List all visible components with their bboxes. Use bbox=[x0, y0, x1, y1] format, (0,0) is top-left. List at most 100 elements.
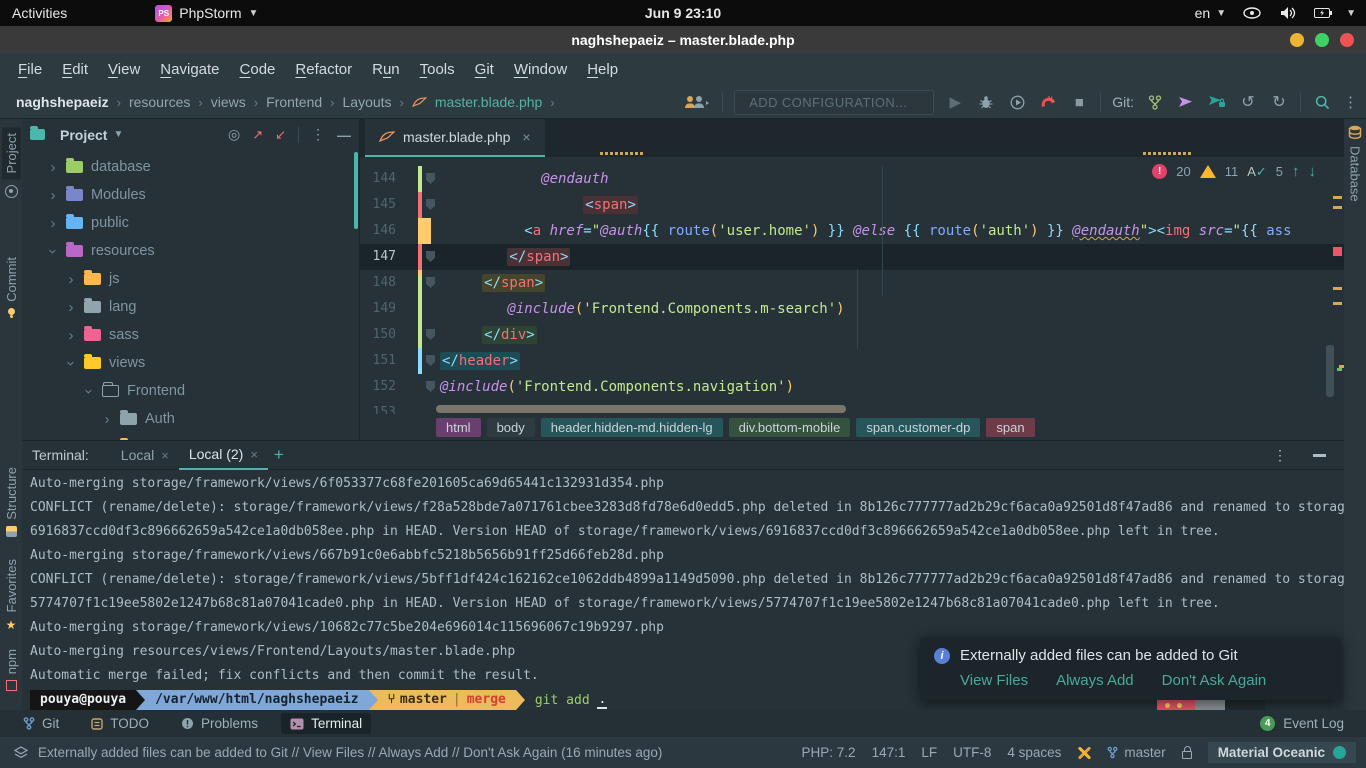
menu-file[interactable]: File bbox=[8, 61, 52, 78]
tree-item-views[interactable]: ›views bbox=[22, 349, 359, 377]
tree-item-resources[interactable]: ›resources bbox=[22, 237, 359, 265]
code-line-147[interactable]: 147</span> bbox=[360, 244, 1344, 270]
fold-marker-icon[interactable] bbox=[426, 381, 435, 392]
code-line-149[interactable]: 149@include('Frontend.Components.m-searc… bbox=[360, 296, 1344, 322]
debug-icon[interactable] bbox=[976, 92, 996, 112]
app-menu[interactable]: PS PhpStorm ▼ bbox=[155, 5, 258, 22]
terminal-tab-1[interactable]: Local× bbox=[111, 441, 179, 470]
hide-panel-icon[interactable]: — bbox=[337, 127, 351, 143]
code-line-144[interactable]: 144@endauth bbox=[360, 166, 1344, 192]
tool-window-button-problems[interactable]: Problems bbox=[172, 713, 267, 734]
close-tab-icon[interactable]: × bbox=[250, 447, 258, 462]
tool-window-button-database[interactable]: Database bbox=[1344, 125, 1366, 202]
menu-navigate[interactable]: Navigate bbox=[150, 61, 229, 78]
tool-window-button-npm[interactable]: npm bbox=[0, 649, 22, 691]
git-notification-popup[interactable]: i Externally added files can be added to… bbox=[920, 637, 1341, 700]
locate-file-icon[interactable]: ◎ bbox=[228, 126, 240, 143]
eye-icon[interactable] bbox=[1242, 3, 1262, 23]
editor-area[interactable]: master.blade.php × ! 20 11 A✓ 5 ↑ ↓ 144@… bbox=[360, 119, 1344, 440]
project-scrollbar[interactable] bbox=[354, 152, 358, 229]
panel-options-icon[interactable]: ⋮ bbox=[311, 126, 325, 143]
breadcrumb-item-resources[interactable]: resources bbox=[129, 94, 190, 110]
window-title-bar[interactable]: naghshepaeiz – master.blade.php bbox=[0, 26, 1366, 53]
readonly-lock-icon[interactable] bbox=[1182, 751, 1192, 759]
notification-action-don-t-ask-again[interactable]: Don't Ask Again bbox=[1162, 672, 1267, 689]
local-history-icon[interactable]: ↺ bbox=[1238, 92, 1258, 112]
tree-item-components[interactable]: ›Components bbox=[22, 433, 359, 440]
menu-window[interactable]: Window bbox=[504, 61, 577, 78]
close-button[interactable] bbox=[1340, 33, 1354, 47]
tree-item-auth[interactable]: ›Auth bbox=[22, 405, 359, 433]
code-line-146[interactable]: 146<a href="@auth{{ route('user.home') }… bbox=[360, 218, 1344, 244]
tree-item-database[interactable]: ›database bbox=[22, 153, 359, 181]
more-options-icon[interactable]: ⋮ bbox=[1343, 93, 1358, 111]
tab-master-blade-php[interactable]: master.blade.php × bbox=[365, 119, 545, 157]
fold-marker-icon[interactable] bbox=[426, 173, 435, 184]
notification-action-always-add[interactable]: Always Add bbox=[1056, 672, 1134, 689]
menu-git[interactable]: Git bbox=[465, 61, 504, 78]
breadcrumb-chip-html[interactable]: html bbox=[436, 418, 481, 437]
breadcrumb-item-Layouts[interactable]: Layouts bbox=[343, 94, 392, 110]
breadcrumb-item-Frontend[interactable]: Frontend bbox=[266, 94, 322, 110]
code-line-150[interactable]: 150</div> bbox=[360, 322, 1344, 348]
tools-icon[interactable] bbox=[1077, 746, 1091, 760]
terminal-tab-2[interactable]: Local (2)× bbox=[179, 441, 268, 470]
fold-marker-icon[interactable] bbox=[426, 251, 435, 262]
tool-window-button-project[interactable]: Project bbox=[0, 127, 22, 198]
menu-run[interactable]: Run bbox=[362, 61, 410, 78]
code-with-me-icon[interactable] bbox=[683, 92, 711, 112]
theme-widget[interactable]: Material Oceanic bbox=[1208, 742, 1356, 763]
new-terminal-tab-button[interactable]: + bbox=[274, 445, 284, 465]
git-push-icon[interactable] bbox=[1176, 92, 1196, 112]
menu-tools[interactable]: Tools bbox=[410, 61, 465, 78]
breadcrumb-chip-span[interactable]: span bbox=[986, 418, 1034, 437]
tool-window-button-commit[interactable]: Commit bbox=[0, 257, 22, 315]
indent-setting[interactable]: 4 spaces bbox=[1007, 745, 1061, 760]
update-project-icon[interactable]: ↻ bbox=[1269, 92, 1289, 112]
git-push-protected-icon[interactable] bbox=[1207, 92, 1227, 112]
collapse-all-icon[interactable]: ↙ bbox=[275, 127, 286, 143]
code-line-151[interactable]: 151</header> bbox=[360, 348, 1344, 374]
volume-icon[interactable] bbox=[1278, 3, 1298, 23]
code-line-145[interactable]: 145<span> bbox=[360, 192, 1344, 218]
run-configuration-select[interactable]: ADD CONFIGURATION... bbox=[734, 90, 934, 115]
php-version[interactable]: PHP: 7.2 bbox=[802, 745, 856, 760]
minimize-button[interactable] bbox=[1290, 33, 1304, 47]
run-with-coverage-icon[interactable] bbox=[1007, 92, 1027, 112]
tree-item-frontend[interactable]: ›Frontend bbox=[22, 377, 359, 405]
tree-item-lang[interactable]: ›lang bbox=[22, 293, 359, 321]
project-panel-title[interactable]: Project bbox=[60, 127, 107, 143]
battery-icon[interactable] bbox=[1314, 8, 1330, 18]
terminal-options-icon[interactable]: ⋮ bbox=[1273, 447, 1287, 464]
breadcrumb-chip-div[interactable]: div.bottom-mobile bbox=[729, 418, 851, 437]
clock[interactable]: Jun 9 23:10 bbox=[645, 5, 721, 21]
activities-button[interactable]: Activities bbox=[12, 5, 67, 21]
run-button[interactable]: ▶ bbox=[945, 92, 965, 112]
tool-window-button-favorites[interactable]: Favorites ★ bbox=[0, 559, 22, 632]
chevron-down-icon[interactable]: ▼ bbox=[113, 129, 123, 140]
notification-action-view-files[interactable]: View Files bbox=[960, 672, 1028, 689]
maximize-button[interactable] bbox=[1315, 33, 1329, 47]
fold-marker-icon[interactable] bbox=[426, 355, 435, 366]
close-tab-icon[interactable]: × bbox=[522, 129, 530, 145]
code-viewport[interactable]: 144@endauth145<span>146<a href="@auth{{ … bbox=[360, 157, 1344, 412]
tree-item-public[interactable]: ›public bbox=[22, 209, 359, 237]
tool-window-button-structure[interactable]: Structure bbox=[0, 467, 22, 537]
hide-terminal-icon[interactable] bbox=[1313, 454, 1326, 457]
expand-all-icon[interactable]: ↗ bbox=[252, 127, 263, 143]
tree-item-sass[interactable]: ›sass bbox=[22, 321, 359, 349]
keyboard-layout-indicator[interactable]: en▼ bbox=[1195, 5, 1226, 21]
tool-window-button-git[interactable]: Git bbox=[14, 713, 68, 734]
fold-marker-icon[interactable] bbox=[426, 329, 435, 340]
profiler-phone-icon[interactable] bbox=[1038, 92, 1058, 112]
menu-view[interactable]: View bbox=[98, 61, 150, 78]
horizontal-scrollbar[interactable] bbox=[436, 405, 846, 413]
status-message[interactable]: Externally added files can be added to G… bbox=[14, 745, 662, 760]
command-cursor[interactable]: . bbox=[597, 692, 607, 709]
tree-item-js[interactable]: ›js bbox=[22, 265, 359, 293]
menu-edit[interactable]: Edit bbox=[52, 61, 98, 78]
typed-command[interactable]: git add bbox=[535, 693, 590, 708]
breadcrumb-chip-span[interactable]: span.customer-dp bbox=[856, 418, 980, 437]
menu-code[interactable]: Code bbox=[230, 61, 286, 78]
breadcrumb-item-views[interactable]: views bbox=[211, 94, 246, 110]
